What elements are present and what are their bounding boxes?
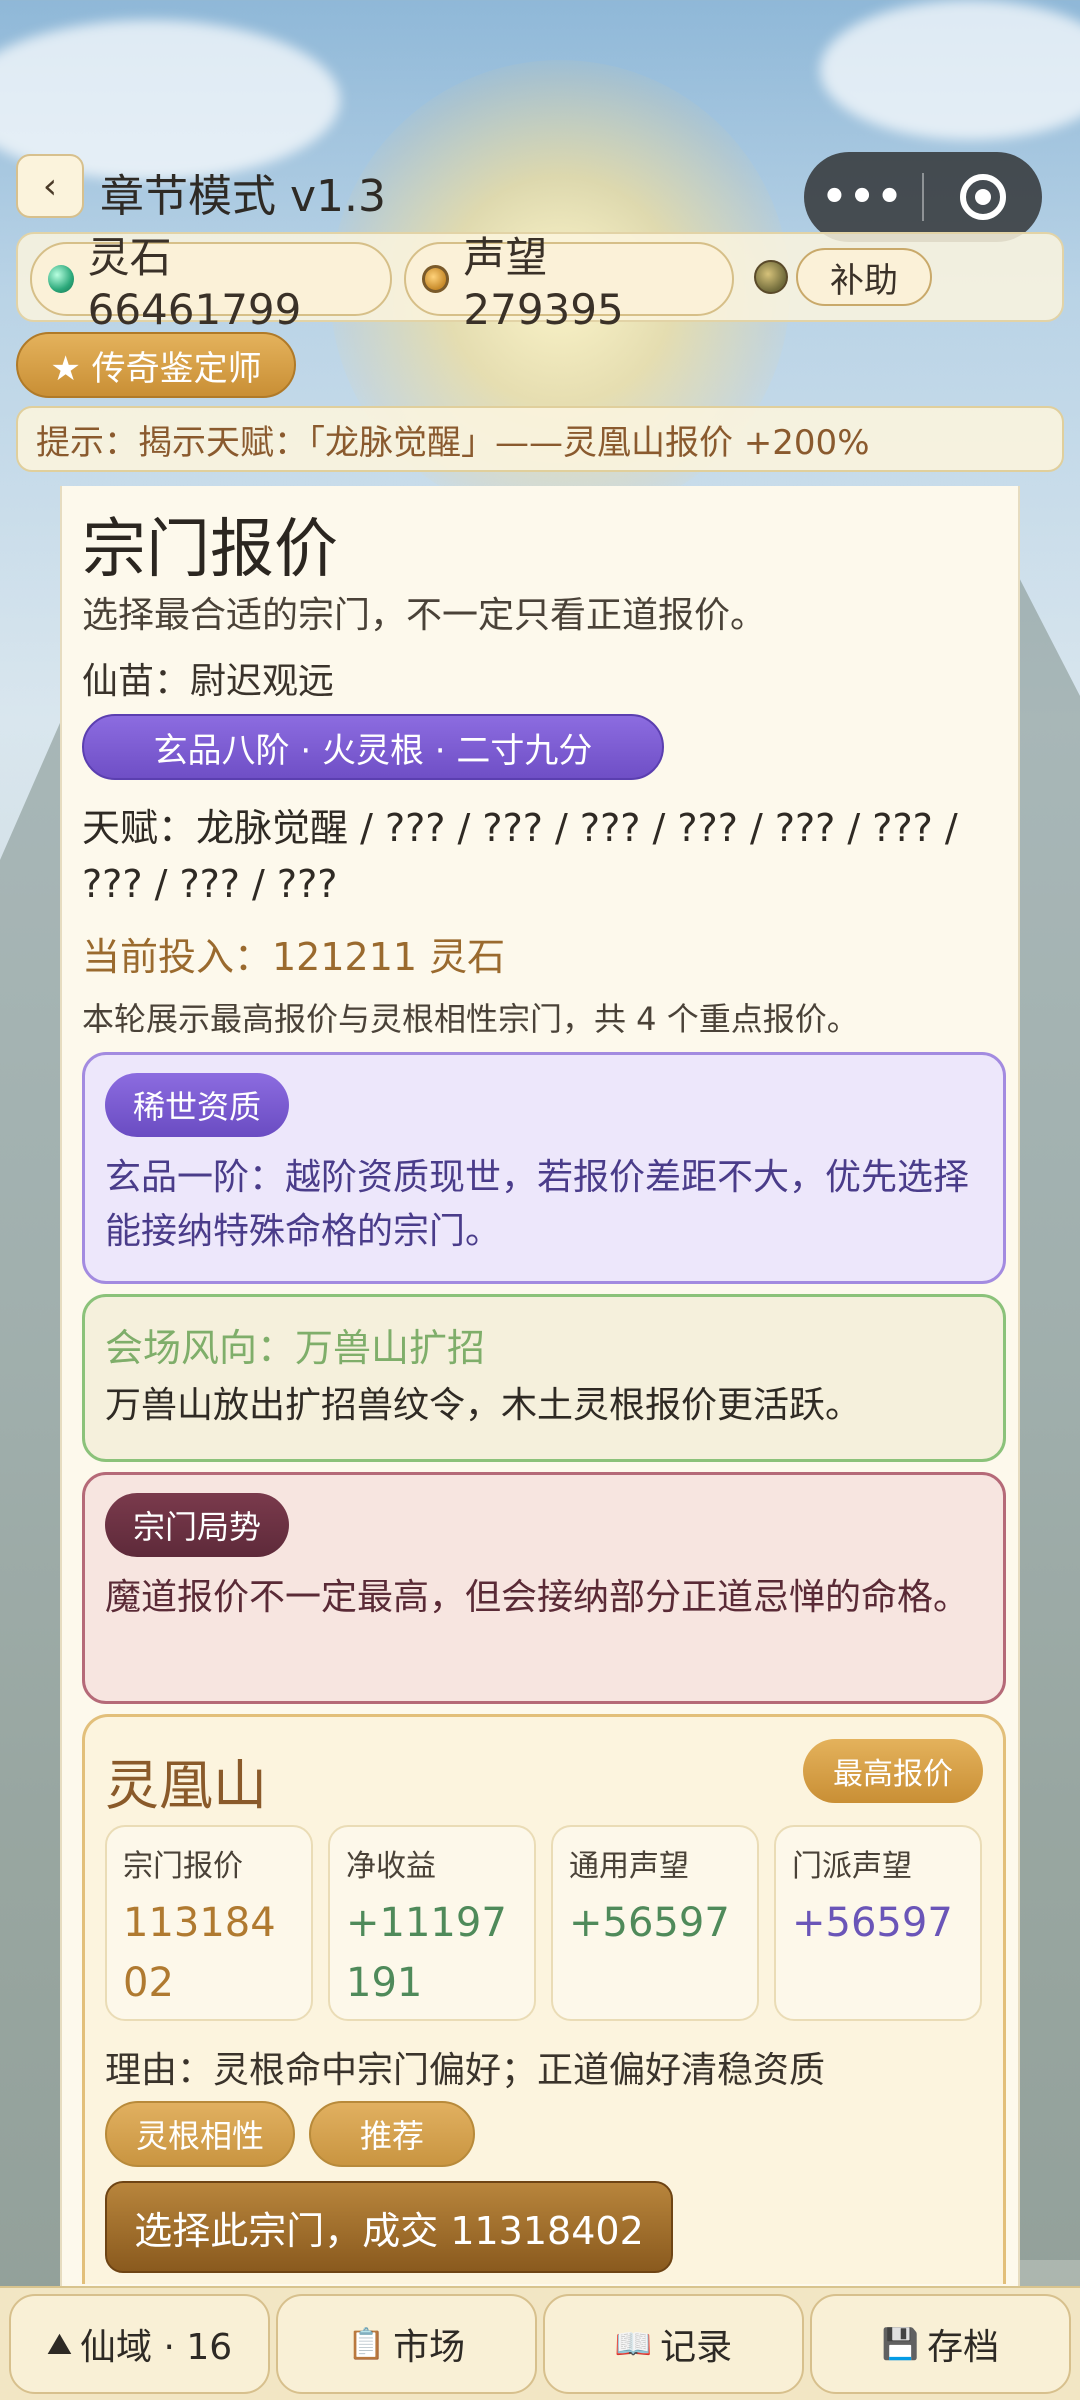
stat-label: 门派声望 bbox=[792, 1849, 912, 1884]
clipboard-icon: 📋 bbox=[347, 2326, 386, 2362]
current-investment: 当前投入：121211 灵石 bbox=[82, 935, 506, 979]
mountain bbox=[1010, 560, 1080, 2260]
sect-situation-card: 宗门局势 魔道报价不一定最高，但会接纳部分正道忌惮的命格。 bbox=[82, 1472, 1006, 1704]
sect-situation-text: 魔道报价不一定最高，但会接纳部分正道忌惮的命格。 bbox=[105, 1577, 970, 1618]
panel-subtitle: 选择最合适的宗门，不一定只看正道报价。 bbox=[82, 595, 767, 636]
spirit-stone-pill: 灵石 66461799 bbox=[30, 233, 392, 334]
badge-icon bbox=[754, 260, 788, 294]
mountain-icon: ⛰ bbox=[46, 2326, 73, 2362]
stat-value: +11197191 bbox=[346, 1900, 507, 2006]
nav-realm[interactable]: ⛰ 仙域 · 16 bbox=[9, 2294, 270, 2394]
mini-program-capsule: ••• bbox=[804, 152, 1042, 242]
stat-label: 宗门报价 bbox=[123, 1849, 243, 1884]
page-title: 宗门报价 bbox=[82, 513, 338, 587]
stat-sect-offer: 宗门报价 11318402 bbox=[105, 1825, 313, 2021]
market-trend-card: 会场风向：万兽山扩招 万兽山放出扩招兽纹令，木土灵根报价更活跃。 bbox=[82, 1294, 1006, 1462]
stat-label: 净收益 bbox=[346, 1849, 436, 1884]
close-capsule-button[interactable] bbox=[924, 174, 1042, 220]
app-title: 章节模式 v1.3 bbox=[100, 171, 386, 222]
nav-label: 记录 bbox=[660, 2327, 733, 2368]
offer-reason: 理由：灵根命中宗门偏好；正道偏好清稳资质 bbox=[105, 2050, 826, 2091]
spirit-stone-value: 灵石 66461799 bbox=[87, 233, 302, 334]
book-icon: 📖 bbox=[614, 2326, 653, 2362]
back-button[interactable]: ‹ bbox=[16, 154, 84, 218]
recommend-tag: 推荐 bbox=[309, 2101, 475, 2167]
sect-name: 灵凰山 bbox=[105, 1754, 267, 1817]
stat-sect-reputation: 门派声望 +56597 bbox=[774, 1825, 982, 2021]
reputation-icon bbox=[422, 265, 450, 293]
rare-aptitude-text: 玄品一阶：越阶资质现世，若报价差距不大，优先选择能接纳特殊命格的宗门。 bbox=[105, 1157, 970, 1252]
stat-value: 11318402 bbox=[123, 1900, 276, 2006]
legendary-appraiser-badge[interactable]: ★ 传奇鉴定师 bbox=[16, 332, 296, 398]
bottom-nav: ⛰ 仙域 · 16 📋 市场 📖 记录 💾 存档 bbox=[0, 2286, 1080, 2400]
stat-value: +56597 bbox=[792, 1900, 953, 1946]
affinity-tag: 灵根相性 bbox=[105, 2101, 295, 2167]
nav-label: 市场 bbox=[393, 2327, 466, 2368]
market-trend-title: 会场风向：万兽山扩招 bbox=[105, 1326, 486, 1370]
save-icon: 💾 bbox=[881, 2326, 920, 2362]
top-offer-badge: 最高报价 bbox=[803, 1739, 983, 1803]
aid-button[interactable]: 补助 bbox=[796, 248, 932, 306]
rare-aptitude-card: 稀世资质 玄品一阶：越阶资质现世，若报价差距不大，优先选择能接纳特殊命格的宗门。 bbox=[82, 1052, 1006, 1284]
seedling-name: 仙苗：尉迟观远 bbox=[82, 661, 335, 702]
back-icon: ‹ bbox=[42, 165, 58, 207]
hint-bar: 提示：揭示天赋：「龙脉觉醒」——灵凰山报价 +200% bbox=[16, 406, 1064, 472]
more-icon[interactable]: ••• bbox=[804, 174, 922, 220]
record-icon bbox=[960, 174, 1006, 220]
stat-net-gain: 净收益 +11197191 bbox=[328, 1825, 536, 2021]
market-trend-text: 万兽山放出扩招兽纹令，木土灵根报价更活跃。 bbox=[105, 1385, 862, 1426]
talent-list: 天赋：龙脉觉醒 / ??? / ??? / ??? / ??? / ??? / … bbox=[82, 806, 958, 906]
cloud bbox=[820, 0, 1080, 140]
reputation-pill: 声望 279395 bbox=[404, 233, 734, 334]
sect-offer-card: 灵凰山 最高报价 宗门报价 11318402 净收益 +11197191 通用声… bbox=[82, 1714, 1006, 2284]
resource-bar: 灵石 66461799 声望 279395 补助 bbox=[16, 232, 1064, 334]
sect-situation-tag: 宗门局势 bbox=[105, 1493, 290, 1557]
grade-badge: 玄品八阶 · 火灵根 · 二寸九分 bbox=[82, 714, 664, 780]
stat-value: +56597 bbox=[569, 1900, 730, 1946]
sect-offer-panel: 宗门报价 选择最合适的宗门，不一定只看正道报价。 仙苗：尉迟观远 玄品八阶 · … bbox=[60, 486, 1020, 2286]
nav-market[interactable]: 📋 市场 bbox=[276, 2294, 537, 2394]
spirit-stone-icon bbox=[48, 265, 74, 293]
nav-save[interactable]: 💾 存档 bbox=[810, 2294, 1071, 2394]
nav-label: 存档 bbox=[927, 2327, 1000, 2368]
nav-label: 仙域 · 16 bbox=[80, 2327, 233, 2368]
choose-sect-button[interactable]: 选择此宗门，成交 11318402 bbox=[105, 2181, 673, 2273]
reputation-value: 声望 279395 bbox=[463, 233, 624, 334]
rare-aptitude-tag: 稀世资质 bbox=[105, 1073, 290, 1137]
nav-records[interactable]: 📖 记录 bbox=[543, 2294, 804, 2394]
stat-general-reputation: 通用声望 +56597 bbox=[551, 1825, 759, 2021]
round-note: 本轮展示最高报价与灵根相性宗门，共 4 个重点报价。 bbox=[82, 1000, 859, 1038]
stat-label: 通用声望 bbox=[569, 1849, 689, 1884]
